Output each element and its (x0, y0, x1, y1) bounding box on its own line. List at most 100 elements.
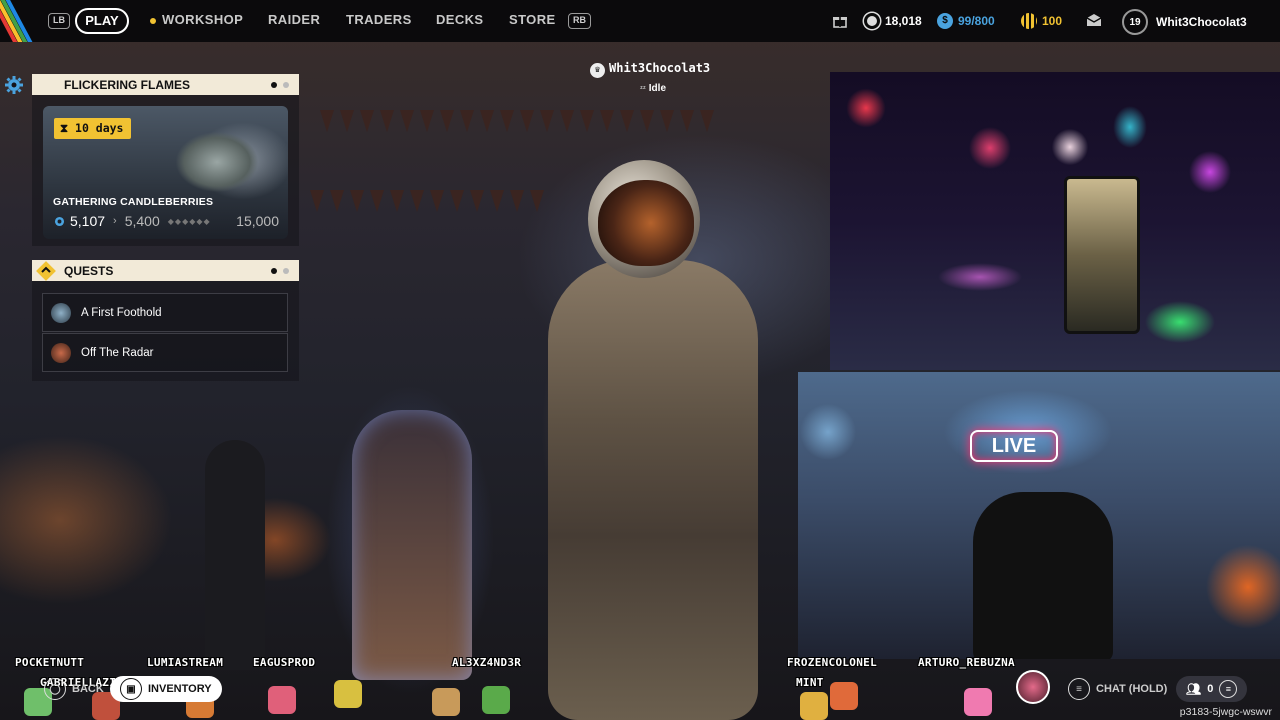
event-timer-chip: ⧗ 10 days (54, 118, 132, 139)
chat-username: AL3XZ4ND3R (452, 656, 522, 669)
chat-avatar-sprite (800, 692, 828, 720)
quest-giver-avatar-icon (51, 302, 71, 323)
chevron-right-icon: › (113, 215, 117, 227)
player-level-badge: 19 (1122, 9, 1148, 35)
player-status-label: Idle (648, 83, 667, 94)
top-navigation-bar: LB PLAY WORKSHOP RAIDER TRADERS DECKS ST… (0, 0, 1280, 42)
streamer-avatar-icon (1016, 670, 1050, 704)
quest-giver-avatar-icon (51, 342, 71, 363)
back-label: BACK (72, 683, 104, 695)
chat-username: POCKETNUTT (15, 656, 85, 669)
player-status: ᶻᶻ Idle (640, 83, 666, 94)
background-figure (205, 440, 265, 670)
glowing-statue (352, 410, 472, 680)
chat-username: ARTURO_REBUZNA (918, 656, 1015, 669)
mail-icon (1086, 14, 1102, 26)
progress-track: ◆◆◆◆◆◆ (167, 216, 211, 226)
streamer-avatar (1016, 670, 1050, 704)
circle-b-icon: ◯ (44, 678, 66, 700)
coins-counter: 18,018 (864, 13, 922, 29)
astronaut-character-body (548, 260, 758, 720)
event-card[interactable]: ⧗ 10 days GATHERING CANDLEBERRIES 5,107 … (43, 106, 288, 239)
chat-avatar-sprite (268, 686, 296, 714)
player-nameplate: ♛ Whit3Chocolat3 (590, 61, 710, 78)
berry-bush-image (151, 106, 283, 198)
player-name: Whit3Chocolat3 (1156, 15, 1247, 29)
crown-icon: ♛ (590, 63, 605, 78)
chat-username: LUMIASTREAM (147, 656, 224, 669)
event-time-left: 10 days (75, 121, 124, 135)
back-button[interactable]: ◯ BACK (34, 676, 114, 702)
nav-play-tab[interactable]: PLAY (75, 8, 129, 34)
coins-value: 18,018 (885, 14, 922, 28)
inventory-key-icon: ▣ (120, 678, 142, 700)
quests-title: QUESTS (64, 263, 114, 278)
gift-icon (833, 17, 847, 28)
inventory-label: INVENTORY (148, 683, 212, 695)
nav-decks-tab[interactable]: DECKS (436, 12, 484, 27)
mail-button[interactable] (1086, 13, 1102, 27)
chat-avatar-sprite (432, 688, 460, 716)
chat-avatar-sprite (830, 682, 858, 710)
coin-icon (864, 13, 880, 29)
nav-workshop-tab[interactable]: WORKSHOP (150, 12, 243, 27)
workshop-dot-icon (150, 17, 156, 24)
event-progress-row: 5,107 › 5,400 ◆◆◆◆◆◆ 15,000 (53, 213, 279, 229)
gift-button[interactable] (832, 13, 848, 29)
nav-traders-tab[interactable]: TRADERS (346, 12, 412, 27)
quest-label: A First Foothold (81, 306, 162, 319)
live-neon-sign: LIVE (970, 430, 1058, 462)
quest-item[interactable]: Off The Radar (42, 333, 288, 372)
ticket-icon (1021, 13, 1037, 29)
event-task-title: GATHERING CANDLEBERRIES (53, 196, 214, 208)
event-panel-header[interactable]: FLICKERING FLAMES (5, 74, 299, 95)
gear-icon (2, 73, 26, 97)
webcam-setup-view (830, 72, 1280, 370)
player-profile-button[interactable]: 19 Whit3Chocolat3 (1122, 9, 1247, 35)
bunting-decoration (310, 190, 550, 214)
party-button[interactable]: 👥︎ 0 ≡ (1176, 676, 1248, 702)
cred-counter: $ 99/800 (937, 13, 995, 29)
quests-panel-header[interactable]: QUESTS (32, 260, 299, 281)
chat-avatar-sprite (334, 680, 362, 708)
zzz-icon: ᶻᶻ (640, 84, 646, 93)
page-dots (271, 82, 289, 88)
nav-raider-tab[interactable]: RAIDER (268, 12, 320, 27)
brand-stripes-logo (0, 0, 40, 42)
hourglass-icon: ⧗ (60, 121, 69, 135)
bunting-decoration (320, 110, 720, 134)
progress-next: 5,400 (124, 213, 160, 229)
chat-username: FROZENCOLONEL (787, 656, 877, 669)
astronaut-visor (598, 180, 694, 266)
quest-item[interactable]: A First Foothold (42, 293, 288, 332)
chat-label: CHAT (HOLD) (1096, 683, 1168, 695)
chat-avatar-sprite (482, 686, 510, 714)
nav-store-tab[interactable]: STORE (509, 12, 556, 27)
quest-diamond-icon (34, 259, 58, 283)
gaming-chair (973, 492, 1113, 659)
inventory-button[interactable]: ▣ INVENTORY (110, 676, 222, 702)
quest-label: Off The Radar (81, 346, 154, 359)
cred-icon: $ (937, 13, 953, 29)
nameplate-name: Whit3Chocolat3 (609, 61, 711, 75)
nav-workshop-label: WORKSHOP (162, 12, 244, 27)
progress-max: 15,000 (236, 213, 279, 229)
gear-points-icon (54, 216, 65, 226)
party-count: 0 (1207, 683, 1214, 695)
cred-value: 99/800 (958, 14, 995, 28)
tickets-value: 100 (1042, 14, 1063, 28)
phone-in-frame (1064, 176, 1140, 334)
menu-lines-icon: ≡ (1219, 680, 1238, 698)
chat-username: MINT (796, 676, 824, 689)
event-title: FLICKERING FLAMES (64, 77, 190, 92)
chat-hold-button[interactable]: ≡ CHAT (HOLD) (1058, 676, 1177, 702)
menu-lines-icon: ≡ (1068, 678, 1090, 700)
webcam-streamer-view: LIVE (798, 372, 1280, 659)
chat-avatar-sprite (964, 688, 992, 716)
session-id: p3183-5jwgc-wswvr (1179, 706, 1272, 718)
party-people-icon: 👥︎ (1186, 682, 1202, 696)
chat-username: EAGUSPROD (253, 656, 316, 669)
rb-bumper-icon[interactable]: RB (568, 13, 591, 29)
page-dots (271, 268, 289, 274)
lb-bumper-icon[interactable]: LB (48, 13, 70, 29)
